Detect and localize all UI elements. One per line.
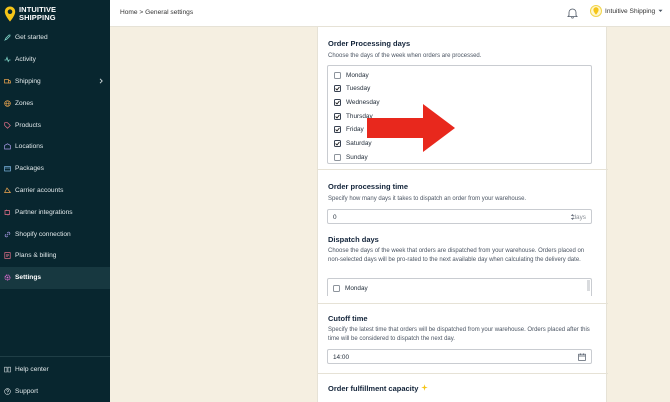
sidebar-item-activity[interactable]: Activity [0, 49, 110, 71]
tag-icon [4, 121, 11, 129]
section-processing-time: Order processing time Specify how many d… [318, 170, 608, 304]
section-title: Order Processing days [328, 39, 411, 48]
truck-icon [4, 78, 11, 85]
section-title-row: Order fulfillment capacity [328, 384, 429, 393]
checkbox-checked[interactable] [334, 126, 341, 134]
section-title: Cutoff time [328, 314, 368, 323]
day-option-monday[interactable]: Monday [334, 70, 369, 80]
sidebar-item-label: Activity [15, 56, 36, 64]
rocket-icon [4, 34, 11, 42]
caret-down-icon [658, 8, 663, 15]
input-suffix: days [572, 214, 587, 221]
warehouse-icon [4, 143, 11, 150]
gear-icon [4, 274, 11, 281]
sidebar-item-help-center[interactable]: Help center [0, 358, 110, 380]
checkbox[interactable] [334, 71, 341, 79]
checkbox-checked[interactable] [334, 112, 341, 120]
sidebar-item-label: Get started [15, 34, 48, 42]
day-option-monday[interactable]: Monday [333, 283, 368, 293]
avatar [590, 5, 602, 17]
checkbox[interactable] [334, 153, 341, 161]
calendar-icon[interactable] [578, 353, 586, 363]
day-option-tuesday[interactable]: Tuesday [334, 84, 370, 94]
book-icon [4, 366, 11, 373]
sidebar-item-label: Packages [15, 165, 44, 173]
scrollbar[interactable] [587, 280, 590, 291]
logo-pin-icon [593, 7, 599, 15]
sidebar: INTUITIVE SHIPPING Get started Activity … [0, 0, 110, 402]
sidebar-item-partner-integrations[interactable]: Partner integrations [0, 201, 110, 223]
day-option-friday[interactable]: Friday [334, 125, 364, 135]
sidebar-item-label: Plans & billing [15, 252, 57, 260]
sidebar-item-label: Support [15, 387, 39, 395]
activity-icon [4, 56, 11, 63]
sidebar-bottom-nav: Help center Support [0, 356, 110, 402]
sidebar-item-zones[interactable]: Zones [0, 92, 110, 114]
checkbox-checked[interactable] [334, 140, 341, 147]
chevron-right-icon [99, 78, 103, 86]
package-icon [4, 165, 11, 172]
section-fulfillment-capacity: Order fulfillment capacity [318, 374, 608, 402]
section-processing-days: Order Processing days Choose the days of… [318, 27, 608, 170]
input-value: 0 [333, 214, 337, 221]
sidebar-item-shopify-connection[interactable]: Shopify connection [0, 223, 110, 245]
puzzle-icon [4, 209, 11, 216]
carrier-icon [4, 187, 11, 194]
sparkle-icon [421, 384, 429, 393]
section-cutoff-time: Cutoff time Specify the latest time that… [318, 304, 608, 374]
checkbox-checked[interactable] [334, 85, 341, 93]
link-icon [4, 231, 11, 238]
user-menu[interactable]: Intuitive Shipping [590, 5, 663, 17]
section-description: Specify the latest time that orders will… [328, 327, 590, 343]
top-header: Home > General settings Intuitive Shippi… [110, 0, 670, 27]
sidebar-item-carrier-accounts[interactable]: Carrier accounts [0, 180, 110, 202]
cutoff-time-input[interactable]: 14:00 [327, 349, 592, 364]
section-description: Choose the days of the week that orders … [328, 248, 585, 264]
sidebar-item-label: Carrier accounts [15, 186, 64, 194]
sidebar-item-label: Shopify connection [15, 230, 71, 238]
section-description: Choose the days of the week when orders … [328, 53, 482, 59]
section-title: Dispatch days [328, 235, 379, 244]
sidebar-item-get-started[interactable]: Get started [0, 27, 110, 49]
sidebar-item-label: Products [15, 121, 42, 129]
checkbox[interactable] [333, 284, 340, 292]
sidebar-item-label: Settings [15, 274, 42, 282]
sidebar-item-shipping[interactable]: Shipping [0, 71, 110, 93]
app-logo[interactable]: INTUITIVE SHIPPING [0, 0, 110, 27]
sidebar-item-plans-billing[interactable]: Plans & billing [0, 245, 110, 267]
sidebar-item-settings[interactable]: Settings [0, 266, 110, 289]
breadcrumb[interactable]: Home > General settings [120, 9, 193, 16]
sidebar-item-packages[interactable]: Packages [0, 158, 110, 180]
checkbox-checked[interactable] [334, 98, 341, 106]
section-title: Order processing time [328, 182, 409, 191]
bell-icon[interactable] [567, 7, 578, 21]
section-title: Order fulfillment capacity [328, 384, 419, 393]
section-description: Specify how many days it takes to dispat… [328, 196, 527, 202]
sidebar-item-label: Help center [15, 365, 49, 373]
day-option-saturday[interactable]: Saturday [334, 139, 372, 149]
sidebar-item-support[interactable]: Support [0, 380, 110, 402]
processing-time-input[interactable]: 0 days [327, 209, 592, 224]
sidebar-item-label: Locations [15, 143, 44, 151]
settings-panel: Order Processing days Choose the days of… [317, 27, 608, 402]
day-option-sunday[interactable]: Sunday [334, 152, 368, 162]
annotation-arrow-icon [367, 104, 455, 152]
sidebar-item-locations[interactable]: Locations [0, 136, 110, 158]
sidebar-item-products[interactable]: Products [0, 114, 110, 136]
sidebar-item-label: Zones [15, 99, 34, 107]
logo-pin-icon [4, 6, 16, 21]
user-name: Intuitive Shipping [605, 7, 656, 15]
sidebar-nav: Get started Activity Shipping Zones Prod… [0, 27, 110, 289]
billing-icon [4, 252, 11, 260]
question-icon [4, 387, 11, 395]
globe-icon [4, 100, 11, 107]
dispatch-days-list: Monday [327, 278, 592, 296]
sidebar-item-label: Shipping [15, 77, 41, 85]
main-content: Order Processing days Choose the days of… [110, 27, 670, 402]
logo-line2: SHIPPING [19, 12, 56, 22]
input-value: 14:00 [333, 354, 349, 361]
sidebar-item-label: Partner integrations [15, 208, 73, 216]
